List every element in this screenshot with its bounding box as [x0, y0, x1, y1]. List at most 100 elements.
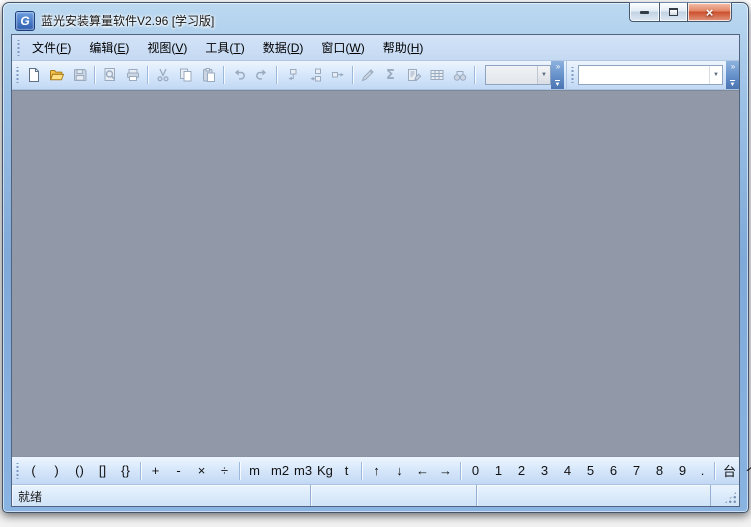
print-preview-icon [104, 68, 115, 81]
maximize-button[interactable] [659, 2, 688, 22]
open-file-icon [49, 70, 64, 81]
table-grid-icon [430, 70, 443, 80]
maximize-icon [669, 8, 678, 16]
window-controls: × [629, 2, 732, 22]
symbol-button-brace-pair[interactable]: {} [114, 462, 137, 479]
menu-data[interactable]: 数据(D) [254, 36, 313, 59]
menu-help[interactable]: 帮助(H) [374, 36, 433, 59]
unit-button-kg[interactable]: Kg [312, 462, 335, 479]
copy-button[interactable] [174, 64, 197, 86]
symbol-button-paren-pair[interactable]: () [68, 462, 91, 479]
window-title: 蓝光安装算量软件V2.96 [学习版] [41, 14, 215, 28]
menubar-grip-handle[interactable] [16, 39, 21, 56]
digit-button-2[interactable]: 2 [510, 462, 533, 479]
redo-button[interactable] [250, 64, 273, 86]
symbol-button-divide[interactable]: ÷ [213, 462, 236, 479]
insert-sibling-node-button[interactable] [303, 64, 326, 86]
chevron-down-icon[interactable]: ▼ [537, 66, 550, 84]
chevron-down-icon[interactable]: ▼ [709, 66, 722, 84]
mdi-workspace [12, 90, 739, 457]
symbol-button-bracket-pair[interactable]: [] [91, 462, 114, 479]
unit-button-t[interactable]: t [335, 462, 358, 479]
toolbar-separator [361, 461, 362, 480]
main-toolbar: Σ ▼ » ▼ ▼ » ▼ [12, 61, 739, 90]
unit-button-m3[interactable]: m3 [289, 462, 312, 479]
paste-icon [202, 68, 215, 82]
toolbar-grip-handle[interactable] [570, 67, 575, 83]
title-bar[interactable]: G 蓝光安装算量软件V2.96 [学习版] × [11, 2, 740, 34]
paste-button[interactable] [197, 64, 220, 86]
digit-button-7[interactable]: 7 [625, 462, 648, 479]
format-painter-button[interactable] [356, 64, 379, 86]
symbol-button-multiply[interactable]: × [190, 462, 213, 479]
undo-icon [234, 69, 245, 80]
toolbar-combobox-large[interactable]: ▼ [578, 65, 723, 85]
print-button[interactable] [121, 64, 144, 86]
toolbar-overflow-button[interactable]: » ▼ [726, 61, 739, 89]
toolbar-grip-handle[interactable] [15, 462, 20, 479]
status-panel [311, 485, 477, 506]
new-file-button[interactable] [22, 64, 45, 86]
menu-edit[interactable]: 编辑(E) [80, 36, 138, 59]
minimize-button[interactable] [629, 2, 659, 22]
search-button[interactable] [448, 64, 471, 86]
resize-grip[interactable] [724, 491, 737, 504]
digit-button-3[interactable]: 3 [533, 462, 556, 479]
insert-sibling-node-icon [310, 68, 321, 82]
menu-window[interactable]: 窗口(W) [312, 36, 373, 59]
unit-button-tai[interactable]: 台 [718, 460, 741, 481]
toolbar-overflow-button[interactable]: » ▼ [551, 61, 564, 89]
menu-view[interactable]: 视图(V) [138, 36, 196, 59]
symbol-button-plus[interactable]: + [144, 462, 167, 479]
digit-button-5[interactable]: 5 [579, 462, 602, 479]
cut-button[interactable] [151, 64, 174, 86]
save-file-button[interactable] [68, 64, 91, 86]
insert-node-below-button[interactable] [280, 64, 303, 86]
table-grid-button[interactable] [425, 64, 448, 86]
symbol-toolbar: ( ) () [] {} + - × ÷ m m2 m3 Kg t ↑ ↓ ← … [12, 457, 751, 485]
insert-node-below-icon [288, 69, 296, 81]
new-file-icon [28, 68, 39, 82]
digit-button-8[interactable]: 8 [648, 462, 671, 479]
arrow-up-button[interactable]: ↑ [365, 462, 388, 479]
digit-button-0[interactable]: 0 [464, 462, 487, 479]
digit-button-1[interactable]: 1 [487, 462, 510, 479]
search-icon [453, 71, 466, 81]
save-file-icon [73, 69, 86, 81]
copy-icon [179, 68, 191, 82]
symbol-button-minus[interactable]: - [167, 462, 190, 479]
menu-file[interactable]: 文件(F) [23, 36, 80, 59]
secondary-toolbar: ▼ » ▼ [566, 61, 739, 89]
redo-icon [255, 69, 266, 80]
symbol-button-open-paren[interactable]: ( [22, 462, 45, 479]
print-preview-button[interactable] [98, 64, 121, 86]
minimize-icon [640, 10, 649, 14]
unit-button-m[interactable]: m [243, 462, 266, 479]
digit-button-6[interactable]: 6 [602, 462, 625, 479]
undo-button[interactable] [227, 64, 250, 86]
toolbar-separator [714, 461, 715, 480]
arrow-left-button[interactable]: ← [411, 462, 434, 479]
open-file-button[interactable] [45, 64, 68, 86]
app-icon: G [15, 10, 35, 31]
toolbar-combobox-small[interactable]: ▼ [485, 65, 551, 85]
app-icon-letter: G [20, 13, 30, 28]
app-window: G 蓝光安装算量软件V2.96 [学习版] × 文件(F) 编辑(E) 视图(V… [2, 2, 751, 513]
properties-button[interactable] [402, 64, 425, 86]
arrow-right-button[interactable]: → [434, 462, 457, 479]
insert-child-node-button[interactable] [326, 64, 349, 86]
decimal-point-button[interactable]: . [694, 462, 711, 479]
digit-button-4[interactable]: 4 [556, 462, 579, 479]
arrow-down-button[interactable]: ↓ [388, 462, 411, 479]
toolbar-separator [147, 66, 148, 84]
symbol-button-close-paren[interactable]: ) [45, 462, 68, 479]
close-button[interactable]: × [688, 2, 732, 22]
unit-button-m2[interactable]: m2 [266, 462, 289, 479]
toolbar-separator [94, 66, 95, 84]
sum-button[interactable]: Σ [379, 64, 402, 86]
chevron-more-icon: » [730, 62, 736, 71]
menu-tools[interactable]: 工具(T) [196, 36, 253, 59]
unit-button-ge[interactable]: 个 [741, 460, 751, 481]
digit-button-9[interactable]: 9 [671, 462, 694, 479]
toolbar-grip-handle[interactable] [15, 67, 20, 83]
